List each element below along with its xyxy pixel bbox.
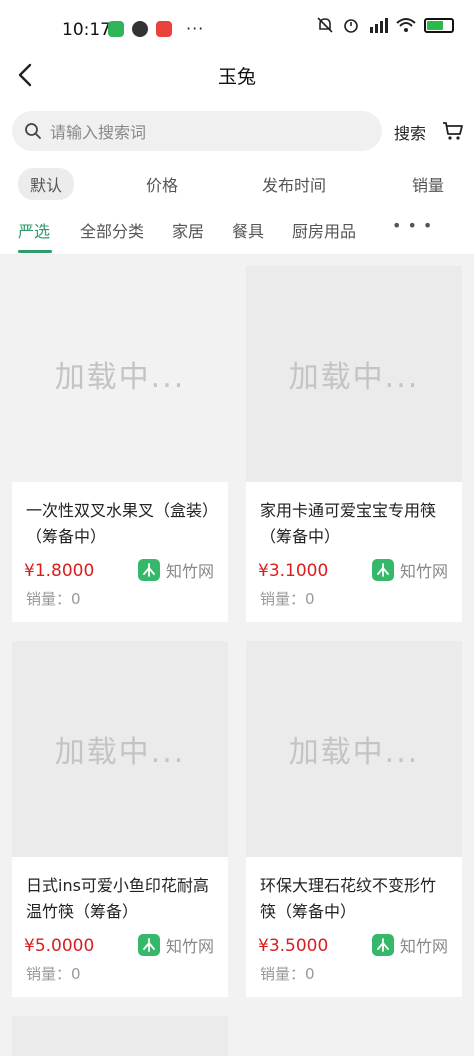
search-row: 搜索 [0,102,474,160]
product-sales: 销量：0 [26,590,81,608]
sort-default[interactable]: 默认 [18,168,75,200]
source-tag: 知竹网 [372,558,448,582]
image-loading-text: 加载中... [54,735,186,770]
product-title: 环保大理石花纹不变形竹筷（筹备中） [260,876,437,921]
image-loading-text: 加载中... [288,360,420,395]
product-image: 加载中... [246,266,462,482]
penguin-icon [132,20,148,37]
status-system-icons [316,16,454,34]
header: 玉兔 [0,50,474,102]
source-label: 知竹网 [400,562,449,581]
product-image: 加载中... [246,641,462,857]
sort-bar: 默认 价格 发布时间 销量 [0,160,474,206]
product-price: ¥3.1000 [258,561,329,581]
status-notification-icons: ··· [108,19,204,38]
product-card[interactable]: 加载中... 环保大理石花纹不变形竹筷（筹备中） ¥3.5000 知竹网 销量：… [246,641,462,997]
status-bar: 10:17 ··· [0,0,474,50]
bamboo-logo-icon [138,559,160,581]
more-categories-icon[interactable]: ••• [392,216,438,235]
product-card-partial[interactable] [12,1016,228,1056]
product-title: 家用卡通可爱宝宝专用筷（筹备中） [260,501,437,546]
mute-bell-icon [317,17,333,33]
sort-sales[interactable]: 销量 [412,172,444,196]
product-card[interactable]: 加载中... 一次性双叉水果叉（盒装）（筹备中） ¥1.8000 知竹网 销量：… [12,266,228,622]
source-tag: 知竹网 [138,558,214,582]
image-loading-text: 加载中... [288,735,420,770]
product-sales: 销量：0 [26,965,81,983]
product-card[interactable]: 加载中... 日式ins可爱小鱼印花耐高温竹筷（筹备） ¥5.0000 知竹网 … [12,641,228,997]
product-title: 日式ins可爱小鱼印花耐高温竹筷（筹备） [26,876,209,921]
search-box[interactable] [12,111,382,153]
product-price: ¥5.0000 [24,936,95,956]
sort-price[interactable]: 价格 [146,172,178,196]
cart-icon[interactable] [442,120,464,142]
alarm-icon [344,19,358,33]
source-label: 知竹网 [166,937,215,956]
image-loading-text: 加载中... [54,360,186,395]
product-image: 加载中... [12,641,228,857]
page-title: 玉兔 [217,66,256,88]
app-notification-icon [156,20,172,37]
bamboo-logo-icon [138,934,160,956]
source-tag: 知竹网 [372,933,448,957]
battery-icon [424,17,454,33]
signal-icon [370,18,388,33]
sort-publish-time[interactable]: 发布时间 [262,172,326,196]
source-label: 知竹网 [166,562,215,581]
tab-featured[interactable]: 严选 [18,218,50,242]
category-tabs: 严选 全部分类 家居 餐具 厨房用品 ••• [0,206,474,255]
active-tab-indicator [18,250,52,253]
product-title: 一次性双叉水果叉（盒装）（筹备中） [26,501,211,546]
product-sales: 销量：0 [260,965,315,983]
product-image: 加载中... [12,266,228,482]
source-label: 知竹网 [400,937,449,956]
tab-kitchenware[interactable]: 厨房用品 [292,218,356,242]
product-card[interactable]: 加载中... 家用卡通可爱宝宝专用筷（筹备中） ¥3.1000 知竹网 销量：0 [246,266,462,622]
product-price: ¥1.8000 [24,561,95,581]
product-price: ¥3.5000 [258,936,329,956]
search-icon [25,123,41,139]
product-sales: 销量：0 [260,590,315,608]
status-time: 10:17 [62,20,111,40]
search-input[interactable] [48,111,372,153]
more-notifications-icon: ··· [186,19,205,38]
bamboo-logo-icon [372,934,394,956]
wifi-icon [396,18,416,32]
bamboo-logo-icon [372,559,394,581]
source-tag: 知竹网 [138,933,214,957]
tab-home[interactable]: 家居 [172,218,204,242]
tab-all-categories[interactable]: 全部分类 [80,218,144,242]
app-notification-icon [108,20,124,37]
tab-tableware[interactable]: 餐具 [232,218,264,242]
search-button[interactable]: 搜索 [394,120,426,144]
